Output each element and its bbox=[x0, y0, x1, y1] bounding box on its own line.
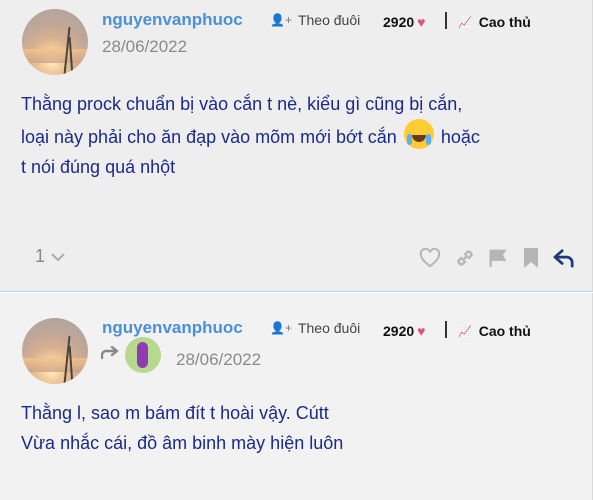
user-rank: 📈 Cao thủ bbox=[458, 323, 531, 339]
post-actions: 1 bbox=[0, 246, 593, 270]
body-line: loại này phải cho ăn đạp vào mõm mới bớt… bbox=[21, 119, 581, 152]
follow-label: Theo đuôi bbox=[297, 12, 361, 28]
user-score: 2920 ♥ bbox=[383, 323, 425, 339]
post-2: nguyenvanphuoc 👤+ Theo đuôi 2920 ♥ 📈 Cao… bbox=[0, 293, 593, 500]
avatar[interactable] bbox=[22, 9, 88, 75]
reply-icon bbox=[553, 249, 574, 268]
heart-icon: ♥ bbox=[417, 323, 426, 339]
follow-button[interactable]: 👤+ Theo đuôi bbox=[270, 320, 360, 336]
reply-to-avatar[interactable] bbox=[125, 337, 161, 373]
share-link-button[interactable] bbox=[453, 246, 477, 270]
username[interactable]: nguyenvanphuoc bbox=[102, 10, 243, 30]
user-rank: 📈 Cao thủ bbox=[458, 14, 531, 30]
reply-button[interactable] bbox=[552, 246, 576, 270]
username[interactable]: nguyenvanphuoc bbox=[102, 318, 243, 338]
body-line: Thằng prock chuẩn bị vào cắn t nè, kiểu … bbox=[21, 94, 463, 114]
divider bbox=[445, 321, 447, 338]
bookmark-icon bbox=[524, 248, 538, 268]
reply-arrow-icon bbox=[100, 345, 119, 365]
flag-icon bbox=[489, 249, 507, 268]
post-body: Thằng l, sao m bám đít t hoài vậy. Cútt … bbox=[21, 398, 581, 458]
post-date[interactable]: 28/06/2022 bbox=[176, 350, 261, 370]
score-value: 2920 bbox=[383, 14, 415, 30]
user-score: 2920 ♥ bbox=[383, 14, 425, 30]
body-line: Thằng l, sao m bám đít t hoài vậy. Cútt bbox=[21, 403, 329, 423]
bookmark-button[interactable] bbox=[519, 246, 543, 270]
heart-outline-icon bbox=[419, 248, 441, 268]
body-line: t nói đúng quá nhột bbox=[21, 157, 176, 177]
trend-icon: 📈 bbox=[458, 325, 472, 338]
post-date[interactable]: 28/06/2022 bbox=[102, 37, 187, 57]
heart-icon: ♥ bbox=[417, 14, 426, 30]
add-user-icon: 👤+ bbox=[270, 321, 292, 335]
chevron-down-icon bbox=[51, 246, 65, 267]
trend-icon: 📈 bbox=[458, 16, 472, 29]
avatar[interactable] bbox=[22, 318, 88, 384]
rank-label: Cao thủ bbox=[478, 323, 531, 339]
follow-button[interactable]: 👤+ Theo đuôi bbox=[270, 12, 360, 28]
follow-label: Theo đuôi bbox=[297, 320, 361, 336]
like-button[interactable] bbox=[418, 246, 442, 270]
flag-button[interactable] bbox=[486, 246, 510, 270]
add-user-icon: 👤+ bbox=[270, 13, 292, 27]
rank-label: Cao thủ bbox=[478, 14, 531, 30]
body-line: Vừa nhắc cái, đồ âm binh mày hiện luôn bbox=[21, 433, 344, 453]
reply-to-indicator[interactable] bbox=[100, 337, 161, 373]
divider bbox=[445, 12, 447, 29]
laughing-emoji-icon bbox=[403, 119, 434, 149]
link-icon bbox=[457, 250, 473, 266]
post-body: Thằng prock chuẩn bị vào cắn t nè, kiểu … bbox=[21, 89, 581, 182]
score-value: 2920 bbox=[383, 323, 415, 339]
like-count-button[interactable]: 1 bbox=[35, 246, 65, 267]
post-1: nguyenvanphuoc 👤+ Theo đuôi 2920 ♥ 📈 Cao… bbox=[0, 0, 593, 292]
